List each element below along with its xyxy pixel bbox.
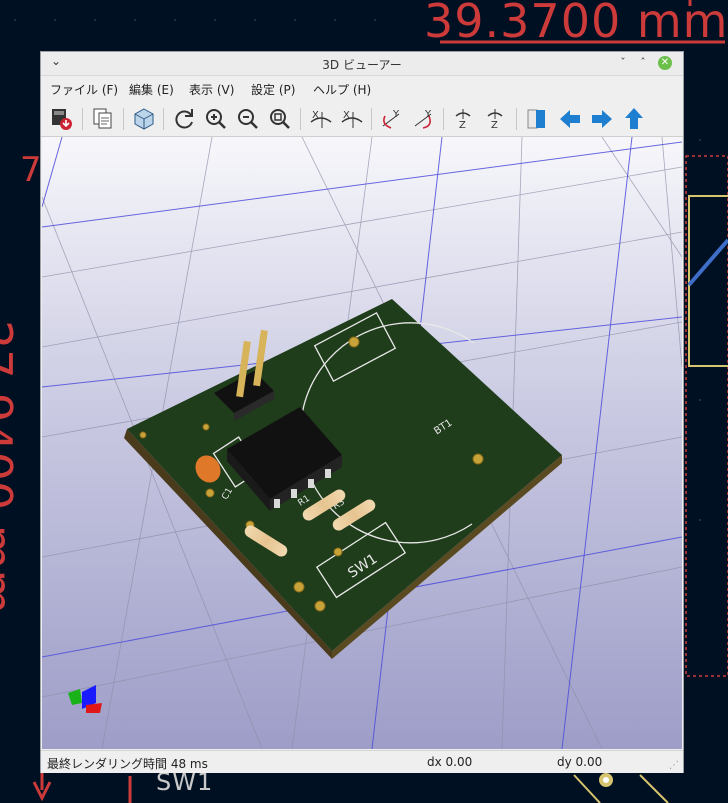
pan-left-icon[interactable]	[557, 106, 583, 132]
export-icon[interactable]	[49, 106, 75, 132]
menu-bar: ファイル (F) 編集 (E) 表示 (V) 設定 (P) ヘルプ (H)	[41, 76, 683, 100]
status-bar: 最終レンダリング時間 48 ms dx 0.00 dy 0.00 ⋰	[41, 750, 683, 773]
dimension-height-label: 27.9400 mm	[0, 320, 22, 615]
svg-text:Z: Z	[459, 120, 466, 131]
render-raytrace-icon[interactable]	[131, 106, 157, 132]
title-bar[interactable]: ⌄ 3D ビューアー ˇ ˆ ✕	[41, 52, 683, 76]
minimize-icon[interactable]: ˇ	[617, 57, 629, 69]
canvas-label-digit: 7	[20, 150, 42, 190]
copy-icon[interactable]	[90, 106, 116, 132]
rotate-y-cw-icon[interactable]: Y	[379, 106, 405, 132]
toolbar: X X Y Y Z Z	[41, 102, 683, 137]
rotate-x-ccw-icon[interactable]: X	[339, 106, 365, 132]
menu-edit[interactable]: 編集 (E)	[129, 81, 174, 98]
rotate-x-cw-icon[interactable]: X	[308, 106, 334, 132]
menu-file[interactable]: ファイル (F)	[50, 81, 118, 98]
rotate-y-ccw-icon[interactable]: Y	[411, 106, 437, 132]
menu-help[interactable]: ヘルプ (H)	[313, 81, 371, 98]
zoom-out-icon[interactable]	[235, 106, 261, 132]
resize-grip-icon[interactable]: ⋰	[669, 760, 679, 771]
reload-icon[interactable]	[171, 106, 197, 132]
rotate-z-cw-icon[interactable]: Z	[451, 106, 477, 132]
pan-up-icon[interactable]	[621, 106, 647, 132]
pan-right-icon[interactable]	[589, 106, 615, 132]
svg-text:Z: Z	[491, 120, 498, 131]
render-time-status: 最終レンダリング時間 48 ms	[47, 757, 208, 771]
dy-status: dy 0.00	[557, 755, 603, 769]
3d-viewer-window: ⌄ 3D ビューアー ˇ ˆ ✕ ファイル (F) 編集 (E) 表示 (V) …	[40, 51, 684, 773]
menu-preferences[interactable]: 設定 (P)	[251, 81, 295, 98]
close-icon[interactable]: ✕	[658, 56, 672, 70]
maximize-icon[interactable]: ˆ	[637, 57, 649, 69]
rotate-z-ccw-icon[interactable]: Z	[483, 106, 509, 132]
menu-view[interactable]: 表示 (V)	[189, 81, 234, 98]
dx-status: dx 0.00	[427, 755, 473, 769]
window-title: 3D ビューアー	[322, 58, 402, 72]
flip-board-icon[interactable]	[524, 106, 550, 132]
3d-viewport[interactable]: BT1 SW1 R1 R3 C1	[42, 137, 682, 749]
zoom-fit-icon[interactable]	[267, 106, 293, 132]
zoom-in-icon[interactable]	[203, 106, 229, 132]
dimension-width-label: 39.3700 mm	[424, 0, 728, 48]
